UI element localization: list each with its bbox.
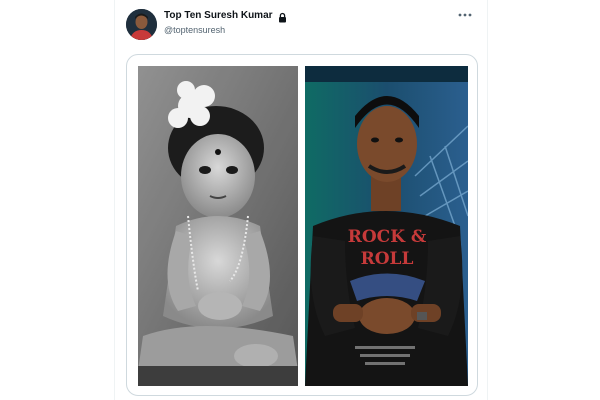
more-horizontal-icon[interactable]: [455, 8, 475, 22]
author-name[interactable]: Top Ten Suresh Kumar: [164, 10, 273, 21]
media-container[interactable]: ROCK & ROLL: [126, 54, 478, 396]
shirt-print-line2: ROLL: [361, 249, 414, 269]
avatar[interactable]: [126, 9, 157, 40]
tweet-card: Top Ten Suresh Kumar @toptensuresh ROCK …: [114, 0, 488, 400]
author-row: Top Ten Suresh Kumar: [164, 10, 288, 23]
lock-icon: [277, 10, 288, 23]
childhood-photo[interactable]: [138, 66, 298, 386]
shirt-print-line1: ROCK &: [348, 227, 427, 247]
adult-photo[interactable]: ROCK & ROLL: [305, 66, 468, 386]
avatar-image: [126, 9, 157, 40]
author-handle[interactable]: @toptensuresh: [164, 25, 225, 35]
